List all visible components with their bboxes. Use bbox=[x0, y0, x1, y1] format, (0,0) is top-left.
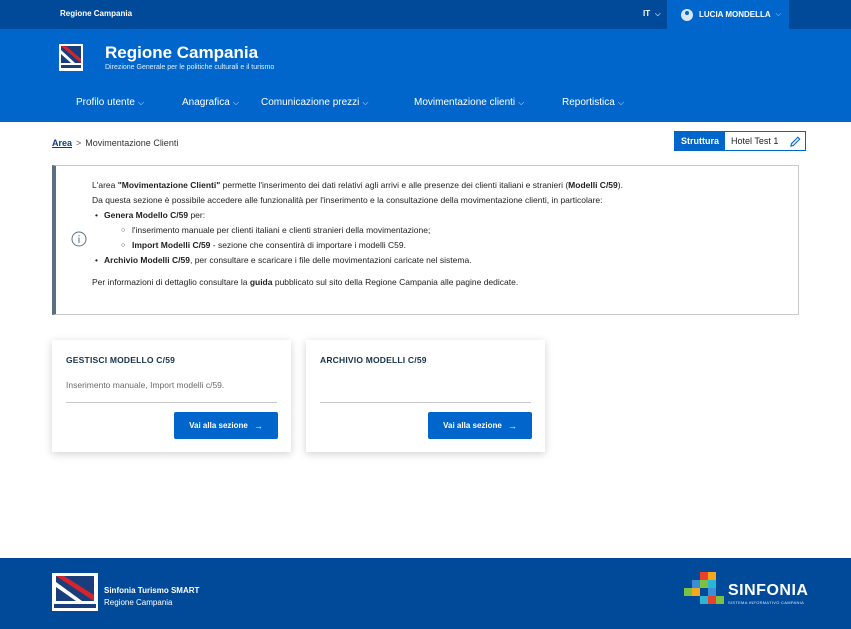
breadcrumb-current: Movimentazione Clienti bbox=[85, 138, 179, 148]
chevron-down-icon: ⌵ bbox=[232, 98, 239, 107]
info-text: L'area "Movimentazione Clienti" permette… bbox=[92, 178, 792, 290]
breadcrumb-link-area[interactable]: Area bbox=[52, 138, 72, 148]
chevron-down-icon: ⌵ bbox=[362, 98, 369, 107]
user-avatar-icon bbox=[681, 8, 693, 21]
site-title[interactable]: Regione Campania bbox=[105, 43, 258, 63]
chevron-down-icon: ⌵ bbox=[775, 10, 782, 18]
chevron-down-icon: ⌵ bbox=[518, 98, 525, 107]
regione-campania-logo[interactable] bbox=[59, 44, 83, 71]
chevron-down-icon: ⌵ bbox=[655, 11, 661, 18]
chevron-down-icon: ⌵ bbox=[617, 98, 624, 107]
list-item: l'inserimento manuale per clienti italia… bbox=[92, 223, 792, 238]
language-selector[interactable]: IT ⌵ bbox=[643, 9, 660, 19]
nav-item-reportistica[interactable]: Reportistica ⌵ bbox=[562, 97, 624, 108]
nav-item-anagrafica[interactable]: Anagrafica ⌵ bbox=[182, 97, 239, 108]
nav-item-label: Profilo utente bbox=[76, 97, 135, 108]
info-icon bbox=[71, 231, 87, 247]
site-subtitle: Direzione Generale per le politiche cult… bbox=[105, 64, 275, 71]
user-menu[interactable]: LUCIA MONDELLA ⌵ bbox=[667, 0, 789, 29]
card-divider bbox=[320, 402, 531, 403]
card-description: Inserimento manuale, Import modelli c/59… bbox=[66, 380, 225, 390]
button-label: Vai alla sezione bbox=[189, 421, 248, 430]
nav-item-label: Reportistica bbox=[562, 97, 615, 108]
pencil-icon[interactable] bbox=[785, 132, 805, 150]
top-bar-brand[interactable]: Regione Campania bbox=[60, 9, 132, 18]
sinfonia-brand-subtitle: SISTEMA INFORMATIVO CAMPANIA bbox=[728, 600, 805, 605]
top-bar: Regione Campania IT ⌵ LUCIA MONDELLA ⌵ bbox=[0, 0, 851, 29]
guida-link[interactable]: guida bbox=[250, 277, 273, 287]
card-title: ARCHIVIO MODELLI C/59 bbox=[320, 355, 427, 365]
card-title: GESTISCI MODELLO C/59 bbox=[66, 355, 176, 365]
button-label: Vai alla sezione bbox=[443, 421, 502, 430]
arrow-right-icon: → bbox=[507, 420, 517, 431]
nav-item-profilo-utente[interactable]: Profilo utente ⌵ bbox=[76, 97, 144, 108]
arrow-right-icon: → bbox=[253, 420, 263, 431]
info-list: Genera Modello C/59 per: l'inserimento m… bbox=[92, 208, 792, 268]
nav-item-comunicazione-prezzi[interactable]: Comunicazione prezzi ⌵ bbox=[261, 97, 368, 108]
vai-alla-sezione-button[interactable]: Vai alla sezione → bbox=[174, 412, 278, 439]
card-divider bbox=[66, 402, 277, 403]
nav-item-label: Movimentazione clienti bbox=[414, 97, 516, 108]
sinfonia-brand-name: SINFONIA bbox=[728, 582, 809, 599]
struttura-label: Struttura bbox=[675, 132, 725, 150]
struttura-selector: Struttura Hotel Test 1 bbox=[674, 131, 806, 151]
info-callout: L'area "Movimentazione Clienti" permette… bbox=[52, 165, 799, 315]
card-gestisci-modello: GESTISCI MODELLO C/59 Inserimento manual… bbox=[52, 340, 291, 452]
main-header: Regione Campania Direzione Generale per … bbox=[0, 29, 851, 122]
info-paragraph: L'area "Movimentazione Clienti" permette… bbox=[92, 180, 623, 190]
breadcrumb: Area > Movimentazione Clienti bbox=[52, 138, 178, 148]
list-item: Archivio Modelli C/59, per consultare e … bbox=[92, 253, 792, 268]
list-item: Import Modelli C/59 - sezione che consen… bbox=[92, 238, 792, 253]
info-paragraph: Da questa sezione è possibile accedere a… bbox=[92, 195, 603, 205]
nav-item-movimentazione-clienti[interactable]: Movimentazione clienti ⌵ bbox=[414, 97, 524, 108]
vai-alla-sezione-button[interactable]: Vai alla sezione → bbox=[428, 412, 532, 439]
nav-item-label: Comunicazione prezzi bbox=[261, 97, 360, 108]
info-paragraph: Per informazioni di dettaglio consultare… bbox=[92, 277, 519, 287]
regione-campania-footer-logo bbox=[52, 573, 98, 611]
footer: Sinfonia Turismo SMART Regione Campania … bbox=[0, 558, 851, 629]
chevron-down-icon: ⌵ bbox=[137, 98, 145, 107]
language-label: IT bbox=[643, 9, 651, 18]
breadcrumb-separator: > bbox=[76, 138, 82, 148]
user-name: LUCIA MONDELLA bbox=[699, 10, 771, 19]
struttura-value: Hotel Test 1 bbox=[731, 136, 779, 146]
footer-title: Sinfonia Turismo SMART bbox=[104, 586, 200, 595]
footer-subtitle: Regione Campania bbox=[104, 598, 173, 607]
main-nav: Profilo utente ⌵ Anagrafica ⌵ Comunicazion… bbox=[0, 97, 851, 115]
nav-item-label: Anagrafica bbox=[182, 97, 230, 108]
list-item: Genera Modello C/59 per: bbox=[92, 208, 792, 223]
card-archivio-modelli: ARCHIVIO MODELLI C/59 Vai alla sezione → bbox=[306, 340, 545, 452]
